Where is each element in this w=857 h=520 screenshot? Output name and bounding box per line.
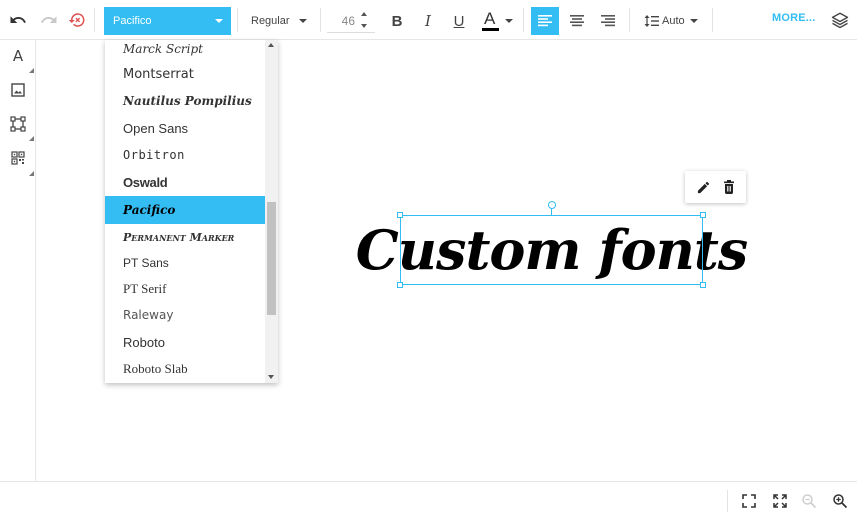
chevron-down-icon <box>299 19 307 23</box>
delete-icon[interactable] <box>719 177 739 197</box>
fullscreen-icon[interactable] <box>767 488 793 514</box>
line-height-select[interactable]: Auto <box>640 7 706 35</box>
zoom-in-icon[interactable] <box>827 488 853 514</box>
selection-box <box>400 215 703 285</box>
text-color-icon: A <box>484 9 496 28</box>
image-tool-icon[interactable] <box>4 76 32 104</box>
chevron-down-icon[interactable] <box>361 24 367 28</box>
bold-icon[interactable]: B <box>383 7 411 35</box>
edit-icon[interactable] <box>693 177 713 197</box>
resize-handle-bottom-left[interactable] <box>397 282 403 288</box>
qr-code-tool-icon[interactable] <box>4 144 32 172</box>
toolbar-divider <box>320 8 321 32</box>
font-weight-value: Regular <box>251 15 290 27</box>
chevron-down-icon <box>505 19 513 23</box>
font-option-orbitron[interactable]: Orbitron <box>105 141 265 169</box>
chevron-down-icon <box>215 19 223 23</box>
zoom-out-icon[interactable] <box>796 488 822 514</box>
shape-tool-icon[interactable] <box>4 110 32 138</box>
font-option-open-sans[interactable]: Open Sans <box>105 114 265 142</box>
submenu-indicator <box>29 68 34 73</box>
line-height-icon <box>644 15 659 27</box>
italic-icon[interactable]: I <box>414 7 442 35</box>
toolbar-divider <box>94 8 95 32</box>
toolbar-divider <box>629 8 630 32</box>
font-size-stepper[interactable] <box>360 11 370 31</box>
line-height-value: Auto <box>662 15 685 27</box>
toolbar-divider <box>712 8 713 32</box>
bottom-toolbar <box>0 481 857 520</box>
font-option-pacifico[interactable]: Pacifico <box>105 196 265 224</box>
font-option-roboto[interactable]: Roboto <box>105 328 265 356</box>
text-color-button[interactable]: A <box>479 7 519 35</box>
font-option-nautilus-pompilius[interactable]: Nautilus Pompilius <box>105 87 265 115</box>
scroll-up-icon[interactable] <box>268 43 274 47</box>
resize-handle-top-right[interactable] <box>700 212 706 218</box>
dropdown-scroll-thumb[interactable] <box>267 202 276 315</box>
tool-sidebar: A <box>0 40 36 481</box>
text-tool-icon[interactable]: A <box>4 42 32 70</box>
undo-icon[interactable] <box>4 6 32 34</box>
align-right-icon[interactable] <box>594 7 622 35</box>
redo-icon[interactable] <box>35 6 63 34</box>
font-option-permanent-marker[interactable]: Permanent Marker <box>105 223 265 251</box>
underline-icon[interactable]: U <box>445 7 473 35</box>
font-family-select[interactable]: Pacifico <box>104 7 231 35</box>
toolbar-divider <box>523 8 524 32</box>
fit-screen-icon[interactable] <box>736 488 762 514</box>
text-color-swatch <box>482 28 499 31</box>
object-context-toolbar <box>685 171 746 203</box>
font-weight-select[interactable]: Regular <box>243 7 313 35</box>
submenu-indicator <box>29 136 34 141</box>
font-option-montserrat[interactable]: Montserrat <box>105 60 265 88</box>
align-center-icon[interactable] <box>563 7 591 35</box>
resize-handle-bottom-right[interactable] <box>700 282 706 288</box>
font-option-oswald[interactable]: Oswald <box>105 168 265 196</box>
top-toolbar: Pacifico Regular B I U A Auto MORE... <box>0 0 857 40</box>
align-left-icon[interactable] <box>531 7 559 35</box>
toolbar-divider <box>237 8 238 32</box>
resize-handle-top-left[interactable] <box>397 212 403 218</box>
more-button[interactable]: MORE... <box>772 12 816 24</box>
chevron-up-icon[interactable] <box>361 12 367 16</box>
font-option-pt-serif[interactable]: PT Serif <box>105 275 265 303</box>
layers-icon[interactable] <box>826 6 854 34</box>
submenu-indicator <box>29 171 34 176</box>
toolbar-divider <box>727 490 728 512</box>
font-option-pt-sans[interactable]: PT Sans <box>105 249 265 277</box>
font-option-roboto-slab[interactable]: Roboto Slab <box>105 355 265 383</box>
font-option-raleway[interactable]: Raleway <box>105 301 265 329</box>
scroll-down-icon[interactable] <box>268 375 274 379</box>
chevron-down-icon <box>690 19 698 23</box>
font-family-value: Pacifico <box>113 15 152 27</box>
reset-icon[interactable] <box>63 6 91 34</box>
font-family-dropdown: Marck Script Montserrat Nautilus Pompili… <box>105 40 278 383</box>
